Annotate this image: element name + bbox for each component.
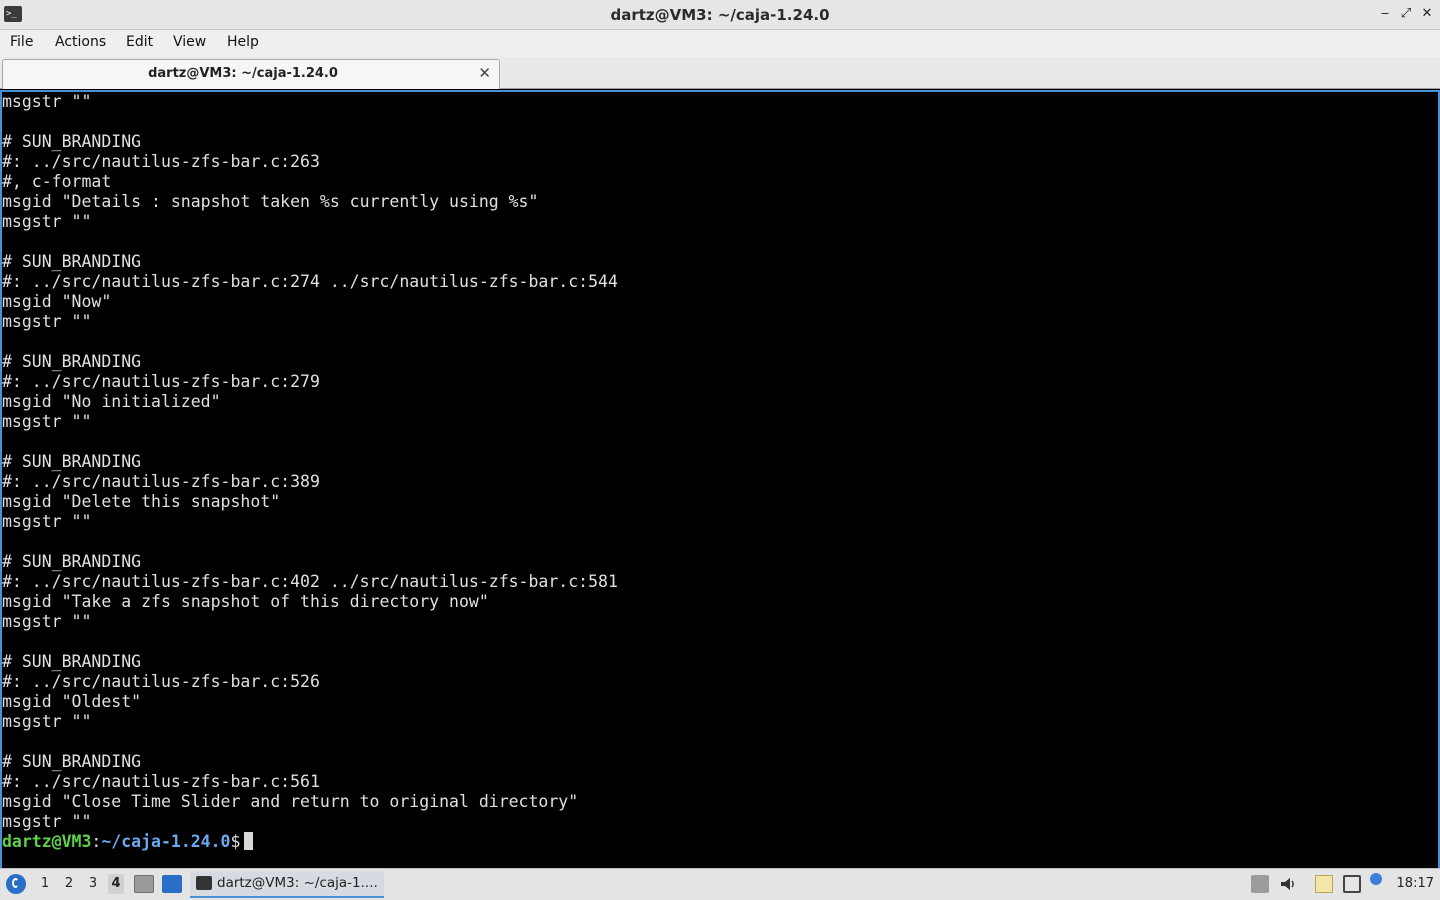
- terminal-line: # SUN_BRANDING: [2, 552, 142, 571]
- close-button[interactable]: ✕: [1418, 5, 1436, 23]
- maximize-button[interactable]: ⤢: [1397, 5, 1415, 23]
- clock[interactable]: 18:17: [1397, 876, 1434, 891]
- menubar: File Actions Edit View Help: [0, 30, 1440, 57]
- terminal-line: msgstr "": [2, 212, 92, 231]
- terminal-line: msgstr "": [2, 312, 92, 331]
- workspace-3[interactable]: 3: [85, 876, 101, 891]
- terminal-line: # SUN_BRANDING: [2, 452, 142, 471]
- prompt-symbol: $: [230, 832, 241, 851]
- terminal-prompt: dartz@VM3:~/caja-1.24.0$: [2, 832, 618, 852]
- menu-edit[interactable]: Edit: [126, 34, 153, 50]
- menu-file[interactable]: File: [10, 34, 33, 50]
- window-title: dartz@VM3: ~/caja-1.24.0: [610, 6, 830, 24]
- prompt-user-host: dartz@VM3: [2, 832, 92, 851]
- menu-actions[interactable]: Actions: [55, 34, 106, 50]
- terminal-line: #: ../src/nautilus-zfs-bar.c:274 ../src/…: [2, 272, 618, 291]
- terminal-line: msgid "Take a zfs snapshot of this direc…: [2, 592, 489, 611]
- taskbar: 1 2 3 4 dartz@VM3: ~/caja-1.... 18:17: [0, 868, 1440, 900]
- terminal-line: # SUN_BRANDING: [2, 652, 142, 671]
- file-manager-launcher-icon[interactable]: [134, 875, 154, 893]
- terminal-line: #: ../src/nautilus-zfs-bar.c:279: [2, 372, 320, 391]
- terminal-line: msgid "Now": [2, 292, 112, 311]
- tab-close-icon[interactable]: ✕: [478, 64, 491, 82]
- keyboard-layout-icon[interactable]: [1251, 875, 1269, 893]
- terminal-view[interactable]: msgstr "" # SUN_BRANDING #: ../src/nautilu…: [0, 90, 1440, 868]
- terminal-line: # SUN_BRANDING: [2, 752, 142, 771]
- workspace-2[interactable]: 2: [61, 876, 77, 891]
- terminal-output: msgstr "" # SUN_BRANDING #: ../src/nautilu…: [2, 92, 618, 852]
- terminal-line: msgstr "": [2, 612, 92, 631]
- prompt-path: ~/caja-1.24.0: [101, 832, 231, 851]
- prompt-colon: :: [91, 832, 102, 851]
- terminal-line: #, c-format: [2, 172, 112, 191]
- terminal-task-icon: [196, 876, 212, 890]
- terminal-line: # SUN_BRANDING: [2, 132, 142, 151]
- terminal-line: # SUN_BRANDING: [2, 352, 142, 371]
- tab-label: dartz@VM3: ~/caja-1.24.0: [148, 66, 338, 81]
- terminal-line: msgstr "": [2, 812, 92, 831]
- terminal-line: msgstr "": [2, 512, 92, 531]
- workspace-1[interactable]: 1: [37, 876, 53, 891]
- menu-view[interactable]: View: [173, 34, 206, 50]
- update-notifier-icon[interactable]: [1370, 873, 1382, 885]
- start-menu-icon[interactable]: [6, 874, 26, 894]
- terminal-line: #: ../src/nautilus-zfs-bar.c:561: [2, 772, 320, 791]
- terminal-line: # SUN_BRANDING: [2, 252, 142, 271]
- terminal-line: msgid "Close Time Slider and return to o…: [2, 792, 579, 811]
- network-icon[interactable]: [1343, 875, 1361, 893]
- terminal-line: msgstr "": [2, 92, 92, 111]
- minimize-button[interactable]: ‒: [1376, 5, 1394, 23]
- terminal-line: msgid "Delete this snapshot": [2, 492, 281, 511]
- text-cursor: [244, 832, 254, 850]
- terminal-line: msgstr "": [2, 712, 92, 731]
- tab-bar: dartz@VM3: ~/caja-1.24.0 ✕: [0, 57, 1440, 89]
- terminal-line: #: ../src/nautilus-zfs-bar.c:402 ../src/…: [2, 572, 618, 591]
- volume-icon[interactable]: [1279, 875, 1297, 893]
- terminal-line: #: ../src/nautilus-zfs-bar.c:389: [2, 472, 320, 491]
- terminal-line: #: ../src/nautilus-zfs-bar.c:526: [2, 672, 320, 691]
- menu-help[interactable]: Help: [227, 34, 259, 50]
- workspace-4[interactable]: 4: [108, 874, 124, 894]
- terminal-line: msgid "Details : snapshot taken %s curre…: [2, 192, 539, 211]
- clipboard-icon[interactable]: [1315, 875, 1333, 893]
- terminal-tab[interactable]: dartz@VM3: ~/caja-1.24.0 ✕: [2, 59, 500, 89]
- terminal-line: #: ../src/nautilus-zfs-bar.c:263: [2, 152, 320, 171]
- terminal-line: msgid "Oldest": [2, 692, 142, 711]
- task-label: dartz@VM3: ~/caja-1....: [217, 875, 378, 891]
- terminal-line: msgstr "": [2, 412, 92, 431]
- window-titlebar[interactable]: >_ dartz@VM3: ~/caja-1.24.0 ‒ ⤢ ✕: [0, 0, 1440, 30]
- show-desktop-icon[interactable]: [162, 875, 182, 893]
- taskbar-task-terminal[interactable]: dartz@VM3: ~/caja-1....: [190, 871, 384, 898]
- terminal-line: msgid "No initialized": [2, 392, 221, 411]
